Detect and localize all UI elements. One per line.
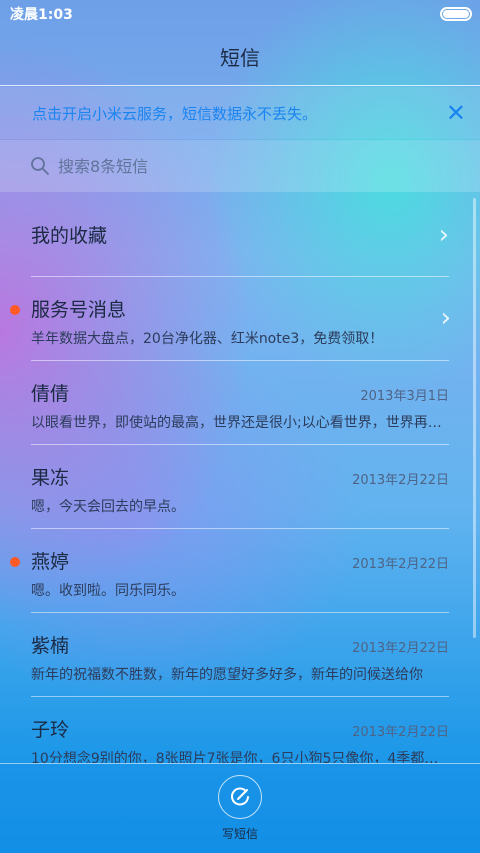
message-preview: 羊年数据大盘点，20台净化器、红米note3，免费领取！: [31, 331, 384, 347]
page-title: 短信: [220, 46, 260, 70]
conversation-list[interactable]: 我的收藏 › 服务号消息羊年数据大盘点，20台净化器、红米note3，免费领取！…: [0, 193, 480, 763]
search-bar[interactable]: [0, 140, 480, 192]
contact-name: 子玲: [31, 719, 70, 741]
chevron-right-icon: ›: [438, 219, 449, 250]
conversation-row[interactable]: 服务号消息羊年数据大盘点，20台净化器、红米note3，免费领取！ ›: [10, 277, 451, 361]
status-time: 凌晨1:03: [10, 7, 73, 23]
banner-text[interactable]: 点击开启小米云服务，短信数据永不丢失。: [32, 103, 317, 124]
conversation-row[interactable]: 倩倩 2013年3月1日以眼看世界，即使站的最高，世界还是很小;以心看世界，世界再…: [31, 361, 449, 445]
message-date: 2013年2月22日: [352, 557, 449, 572]
conversation-row[interactable]: 紫楠 2013年2月22日新年的祝福数不胜数，新年的愿望好多好多，新年的问候送给你: [31, 613, 449, 697]
title-bar: 短信: [0, 28, 480, 86]
message-date: 2013年2月22日: [352, 473, 449, 488]
battery-icon: [440, 7, 472, 21]
contact-name: 倩倩: [31, 383, 70, 405]
message-preview: 新年的祝福数不胜数，新年的愿望好多好多，新年的问候送给你: [31, 667, 423, 683]
compose-button[interactable]: [218, 775, 262, 819]
conversation-row[interactable]: 子玲 2013年2月22日 10分想念9别的你，8张照片7张是你，6只小狗5只像你，…: [31, 697, 449, 763]
unread-dot: [10, 557, 20, 567]
search-input[interactable]: [58, 156, 438, 176]
contact-name: 果冻: [31, 467, 70, 489]
chevron-right-icon: ›: [440, 303, 451, 333]
status-bar: 凌晨1:03: [0, 0, 480, 28]
conversation-row[interactable]: 燕婷 2013年2月22日嗯。收到啦。同乐同乐。: [10, 529, 449, 613]
contact-name: 服务号消息: [31, 299, 127, 321]
scrollbar[interactable]: [473, 198, 476, 638]
conversation-rows: 服务号消息羊年数据大盘点，20台净化器、红米note3，免费领取！ › 倩倩 2013…: [0, 277, 480, 763]
close-icon[interactable]: ✕: [446, 101, 466, 125]
message-date: 2013年2月22日: [352, 725, 449, 740]
favorites-label: 我的收藏: [31, 225, 108, 247]
cloud-service-banner[interactable]: 点击开启小米云服务，短信数据永不丢失。 ✕: [0, 87, 480, 139]
message-preview: 嗯。收到啦。同乐同乐。: [31, 583, 185, 599]
contact-name: 燕婷: [31, 551, 70, 573]
message-preview: 以眼看世界，即使站的最高，世界还是很小;以心看世界，世界再大也装得下: [31, 415, 449, 431]
battery-level: [443, 10, 469, 18]
unread-dot: [10, 305, 20, 315]
message-date: 2013年3月1日: [360, 389, 449, 404]
compose-icon: [231, 787, 249, 806]
bottom-bar: 写短信: [0, 763, 480, 853]
contact-name: 紫楠: [31, 635, 70, 657]
message-preview: 嗯，今天会回去的早点。: [31, 499, 185, 515]
compose-label[interactable]: 写短信: [222, 825, 258, 842]
message-date: 2013年2月22日: [352, 641, 449, 656]
message-preview: 10分想念9别的你，8张照片7张是你，6只小狗5只像你，4季都爱你: [31, 751, 449, 763]
search-icon: [31, 157, 49, 175]
favorites-row[interactable]: 我的收藏 ›: [31, 193, 449, 277]
conversation-row[interactable]: 果冻 2013年2月22日嗯，今天会回去的早点。: [31, 445, 449, 529]
